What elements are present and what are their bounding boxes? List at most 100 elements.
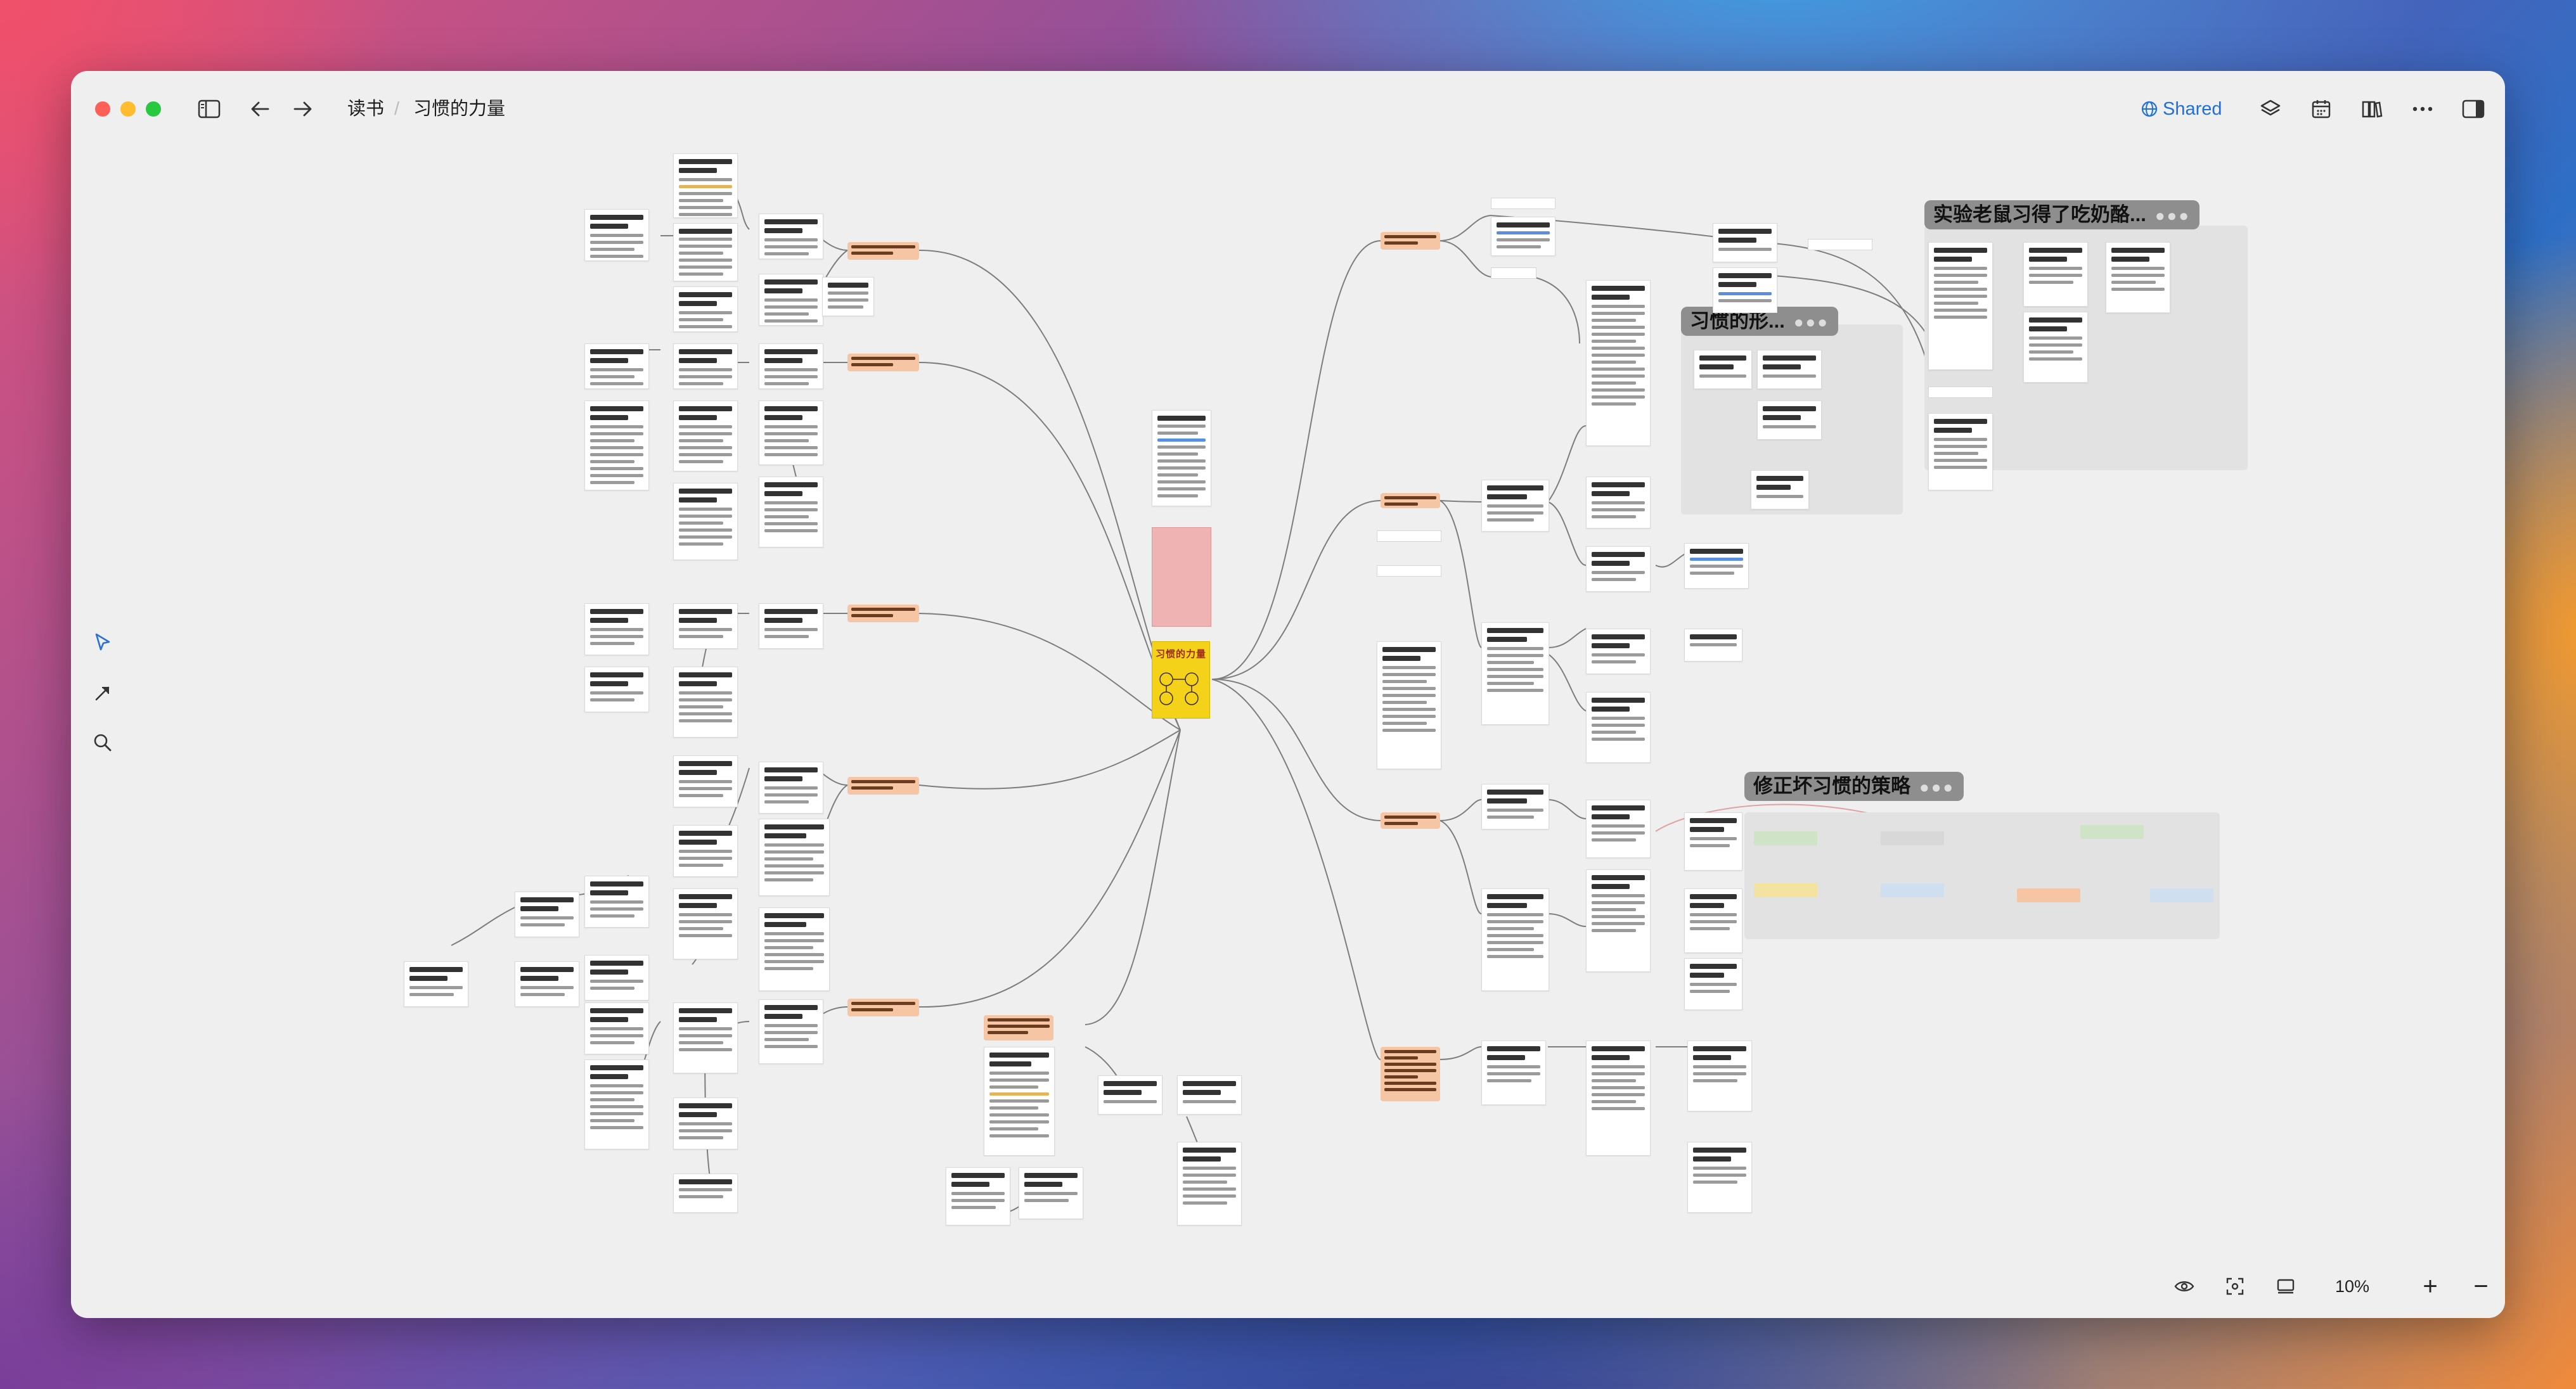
note-card[interactable] bbox=[1751, 470, 1809, 509]
book-icon[interactable] bbox=[2355, 93, 2388, 125]
note-card[interactable] bbox=[1687, 1040, 1752, 1111]
shared-button[interactable]: Shared bbox=[2141, 95, 2222, 123]
note-card[interactable] bbox=[673, 667, 738, 738]
flow-box[interactable] bbox=[2017, 888, 2080, 902]
note-card[interactable] bbox=[2023, 312, 2088, 383]
zoom-window-button[interactable] bbox=[146, 101, 161, 117]
note-card[interactable] bbox=[759, 762, 823, 814]
note-card[interactable] bbox=[1586, 629, 1651, 674]
note-card[interactable] bbox=[1713, 267, 1777, 313]
note-card[interactable] bbox=[1098, 1075, 1162, 1115]
flow-box[interactable] bbox=[1754, 883, 1817, 897]
note-card[interactable] bbox=[1586, 869, 1651, 972]
central-intro-card[interactable] bbox=[1152, 410, 1211, 506]
note-card[interactable] bbox=[1586, 477, 1651, 528]
note-card[interactable] bbox=[673, 153, 738, 218]
topic-node[interactable] bbox=[847, 354, 919, 371]
more-dots-icon[interactable]: ●●● bbox=[1919, 772, 1955, 802]
note-card[interactable] bbox=[1586, 546, 1651, 592]
note-card[interactable] bbox=[584, 603, 649, 655]
calendar-icon[interactable] bbox=[2305, 93, 2338, 125]
connector-arrow-icon[interactable] bbox=[89, 679, 117, 707]
pointer-icon[interactable] bbox=[89, 629, 117, 656]
note-card[interactable] bbox=[759, 819, 830, 896]
note-card[interactable] bbox=[404, 961, 468, 1007]
note-card[interactable] bbox=[2106, 242, 2170, 313]
note-card[interactable] bbox=[759, 999, 823, 1064]
topic-node[interactable] bbox=[1381, 232, 1440, 250]
more-icon[interactable] bbox=[2406, 93, 2439, 125]
sidebar-toggle-icon[interactable] bbox=[193, 93, 226, 125]
note-card[interactable] bbox=[1481, 622, 1549, 725]
note-card[interactable] bbox=[1177, 1075, 1242, 1115]
note-card[interactable] bbox=[1377, 641, 1441, 769]
stack-icon[interactable] bbox=[2272, 1272, 2300, 1300]
note-card[interactable] bbox=[584, 1002, 649, 1054]
note-card[interactable] bbox=[673, 483, 738, 560]
note-card[interactable] bbox=[1481, 784, 1549, 829]
note-card[interactable] bbox=[946, 1167, 1010, 1226]
note-card[interactable] bbox=[759, 274, 823, 326]
note-card[interactable] bbox=[1491, 217, 1555, 256]
small-node[interactable] bbox=[1491, 198, 1555, 209]
note-card[interactable] bbox=[1684, 812, 1742, 871]
note-card[interactable] bbox=[584, 1059, 649, 1149]
note-card[interactable] bbox=[759, 343, 823, 389]
note-card[interactable] bbox=[673, 223, 738, 281]
small-node[interactable] bbox=[1928, 387, 1993, 398]
flow-box[interactable] bbox=[1881, 831, 1944, 845]
note-card[interactable] bbox=[1481, 480, 1549, 532]
topic-node[interactable] bbox=[847, 777, 919, 795]
note-card[interactable] bbox=[1713, 223, 1777, 262]
note-card[interactable] bbox=[1586, 800, 1651, 858]
note-card[interactable] bbox=[1684, 629, 1742, 662]
note-card[interactable] bbox=[1757, 400, 1822, 440]
note-card[interactable] bbox=[759, 400, 823, 465]
note-card[interactable] bbox=[673, 343, 738, 389]
note-card[interactable] bbox=[759, 214, 823, 259]
note-card[interactable] bbox=[673, 603, 738, 649]
small-node[interactable] bbox=[1377, 530, 1441, 542]
note-card[interactable] bbox=[2023, 242, 2088, 307]
minimize-window-button[interactable] bbox=[120, 101, 136, 117]
layers-icon[interactable] bbox=[2254, 93, 2287, 125]
more-dots-icon[interactable]: ●●● bbox=[1794, 307, 1829, 336]
note-card[interactable] bbox=[1928, 413, 1993, 490]
note-card[interactable] bbox=[584, 209, 649, 261]
note-card[interactable] bbox=[1928, 242, 1993, 370]
topic-node[interactable] bbox=[1381, 1047, 1440, 1101]
focus-frame-icon[interactable] bbox=[2221, 1272, 2249, 1300]
summary-card[interactable] bbox=[1152, 527, 1211, 627]
note-card[interactable] bbox=[1586, 692, 1651, 763]
small-node[interactable] bbox=[1808, 239, 1872, 250]
note-card[interactable] bbox=[1481, 888, 1549, 991]
note-card[interactable] bbox=[584, 667, 649, 712]
topic-node[interactable] bbox=[847, 242, 919, 260]
note-card[interactable] bbox=[759, 477, 823, 547]
search-icon[interactable] bbox=[89, 729, 117, 757]
right-panel-icon[interactable] bbox=[2457, 93, 2490, 125]
note-card[interactable] bbox=[1586, 280, 1651, 446]
small-node[interactable] bbox=[1377, 565, 1441, 577]
note-card[interactable] bbox=[822, 277, 874, 316]
flow-box[interactable] bbox=[2080, 825, 2144, 839]
note-card[interactable] bbox=[673, 755, 738, 807]
topic-node[interactable] bbox=[1381, 493, 1440, 508]
note-card[interactable] bbox=[1694, 350, 1752, 389]
group-tag-rat-experiment[interactable]: 实验老鼠习得了吃奶酪... ●●● bbox=[1924, 200, 2199, 229]
note-card[interactable] bbox=[1684, 888, 1742, 953]
book-cover-node[interactable]: 习惯的力量 bbox=[1152, 641, 1210, 719]
note-card[interactable] bbox=[515, 961, 579, 1007]
note-card[interactable] bbox=[759, 603, 823, 649]
note-card[interactable] bbox=[1481, 1040, 1546, 1105]
topic-node[interactable] bbox=[847, 999, 919, 1016]
topic-node[interactable] bbox=[984, 1015, 1053, 1040]
note-card[interactable] bbox=[673, 888, 738, 959]
whiteboard-canvas[interactable]: 实验老鼠习得了吃奶酪... ●●● 习惯的形... ●●● 修正坏习惯的策略 ●●● … bbox=[71, 71, 2505, 1318]
note-card[interactable] bbox=[584, 343, 649, 389]
note-card[interactable] bbox=[584, 955, 649, 1001]
note-card[interactable] bbox=[673, 286, 738, 332]
note-card[interactable] bbox=[515, 892, 579, 937]
note-card[interactable] bbox=[1757, 350, 1822, 389]
note-card[interactable] bbox=[1177, 1142, 1242, 1226]
